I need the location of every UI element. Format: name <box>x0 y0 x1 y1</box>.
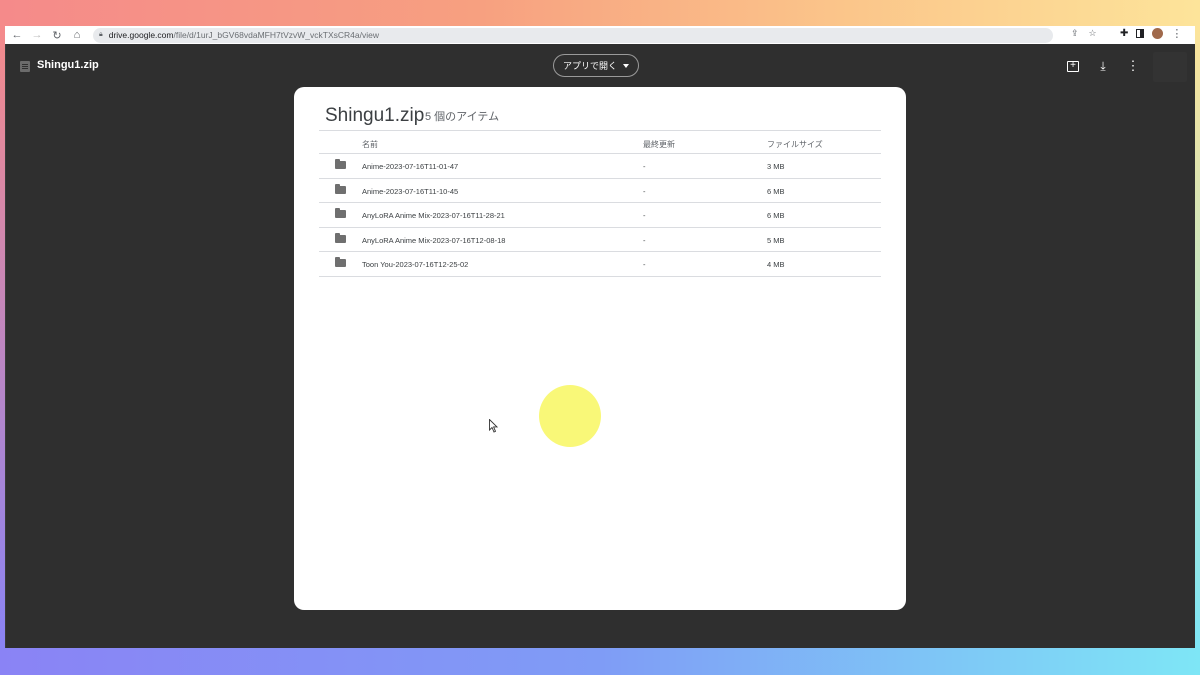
address-bar[interactable]: 🔒︎ drive.google.com/file/d/1urJ_bGV68vda… <box>93 27 1053 43</box>
download-icon[interactable]: ⤓ <box>1095 58 1111 74</box>
row-name: AnyLoRA Anime Mix-2023-07-16T11-28-21 <box>362 211 505 220</box>
row-size: 6 MB <box>767 186 785 196</box>
row-modified: - <box>643 211 646 220</box>
archive-item-count: 5 個のアイテム <box>425 111 500 123</box>
chevron-down-icon <box>623 63 629 68</box>
row-name: Anime-2023-07-16T11-01-47 <box>362 162 459 171</box>
archive-preview-card: Shingu1.zip 5 個のアイテム 名前 最終更新 ファイルサイズ Ani… <box>294 87 906 610</box>
reload-icon[interactable]: ↻ <box>47 27 67 43</box>
header-placeholder <box>1153 52 1187 82</box>
row-modified: - <box>643 162 646 171</box>
bookmark-star-icon[interactable]: ☆ <box>1089 28 1097 39</box>
divider <box>5 44 6 648</box>
zip-file-icon <box>20 61 30 72</box>
row-size: 3 MB <box>767 162 785 171</box>
row-modified: - <box>643 186 646 196</box>
row-name: Toon You-2023-07-16T12-25-02 <box>362 260 469 269</box>
column-header-size[interactable]: ファイルサイズ <box>767 139 823 150</box>
table-row[interactable]: AnyLoRA Anime Mix-2023-07-16T11-28-21 - … <box>319 203 881 228</box>
column-header-name[interactable]: 名前 <box>362 139 378 150</box>
extensions-icon[interactable]: ✚ <box>1120 28 1128 39</box>
right-gradient-border <box>1195 26 1200 648</box>
folder-icon <box>335 232 346 243</box>
browser-toolbar: ← → ↻ ⌂ 🔒︎ drive.google.com/file/d/1urJ_… <box>5 26 1195 44</box>
back-icon[interactable]: ← <box>7 27 27 43</box>
table-row[interactable]: Anime-2023-07-16T11-01-47 - 3 MB <box>319 154 881 179</box>
archive-contents-table: 名前 最終更新 ファイルサイズ Anime-2023-07-16T11-01-4… <box>319 130 881 277</box>
top-gradient-border <box>0 0 1200 26</box>
archive-title: Shingu1.zip <box>325 105 425 126</box>
url-host: drive.google.com <box>108 30 174 40</box>
drive-preview-header: Shingu1.zip アプリで開く + ⤓ ⋮ <box>5 44 1195 88</box>
file-name: Shingu1.zip <box>37 59 99 71</box>
lock-icon: 🔒︎ <box>99 31 103 38</box>
table-row[interactable]: AnyLoRA Anime Mix-2023-07-16T12-08-18 - … <box>319 228 881 252</box>
row-name: AnyLoRA Anime Mix-2023-07-16T12-08-18 <box>362 235 506 245</box>
table-row[interactable]: Anime-2023-07-16T11-10-45 - 6 MB <box>319 179 881 203</box>
column-header-modified[interactable]: 最終更新 <box>643 139 675 150</box>
row-modified: - <box>643 235 646 245</box>
url-path: /file/d/1urJ_bGV68vdaMFH7tVzvW_vckTXsCR4… <box>173 30 379 40</box>
row-modified: - <box>643 260 646 269</box>
forward-icon[interactable]: → <box>27 27 47 43</box>
row-size: 6 MB <box>767 211 785 220</box>
side-panel-icon[interactable] <box>1136 29 1145 38</box>
add-shortcut-icon[interactable]: + <box>1065 58 1081 74</box>
folder-icon <box>335 257 346 267</box>
profile-avatar[interactable] <box>1152 28 1164 39</box>
browser-menu-icon[interactable]: ⋮ <box>1171 27 1182 40</box>
row-name: Anime-2023-07-16T11-10-45 <box>362 186 459 196</box>
share-icon[interactable]: ⇪ <box>1071 28 1079 39</box>
home-icon[interactable]: ⌂ <box>67 27 87 43</box>
folder-icon <box>335 183 346 194</box>
folder-icon <box>335 208 346 218</box>
folder-icon <box>335 159 346 169</box>
row-size: 4 MB <box>767 260 785 269</box>
open-with-button[interactable]: アプリで開く <box>553 54 639 77</box>
more-options-icon[interactable]: ⋮ <box>1125 58 1141 74</box>
table-row[interactable]: Toon You-2023-07-16T12-25-02 - 4 MB <box>319 252 881 277</box>
click-highlight-circle <box>539 385 601 447</box>
open-with-label: アプリで開く <box>562 61 617 71</box>
row-size: 5 MB <box>767 235 785 245</box>
bottom-gradient-border <box>0 648 1200 675</box>
table-header: 名前 最終更新 ファイルサイズ <box>319 130 881 154</box>
